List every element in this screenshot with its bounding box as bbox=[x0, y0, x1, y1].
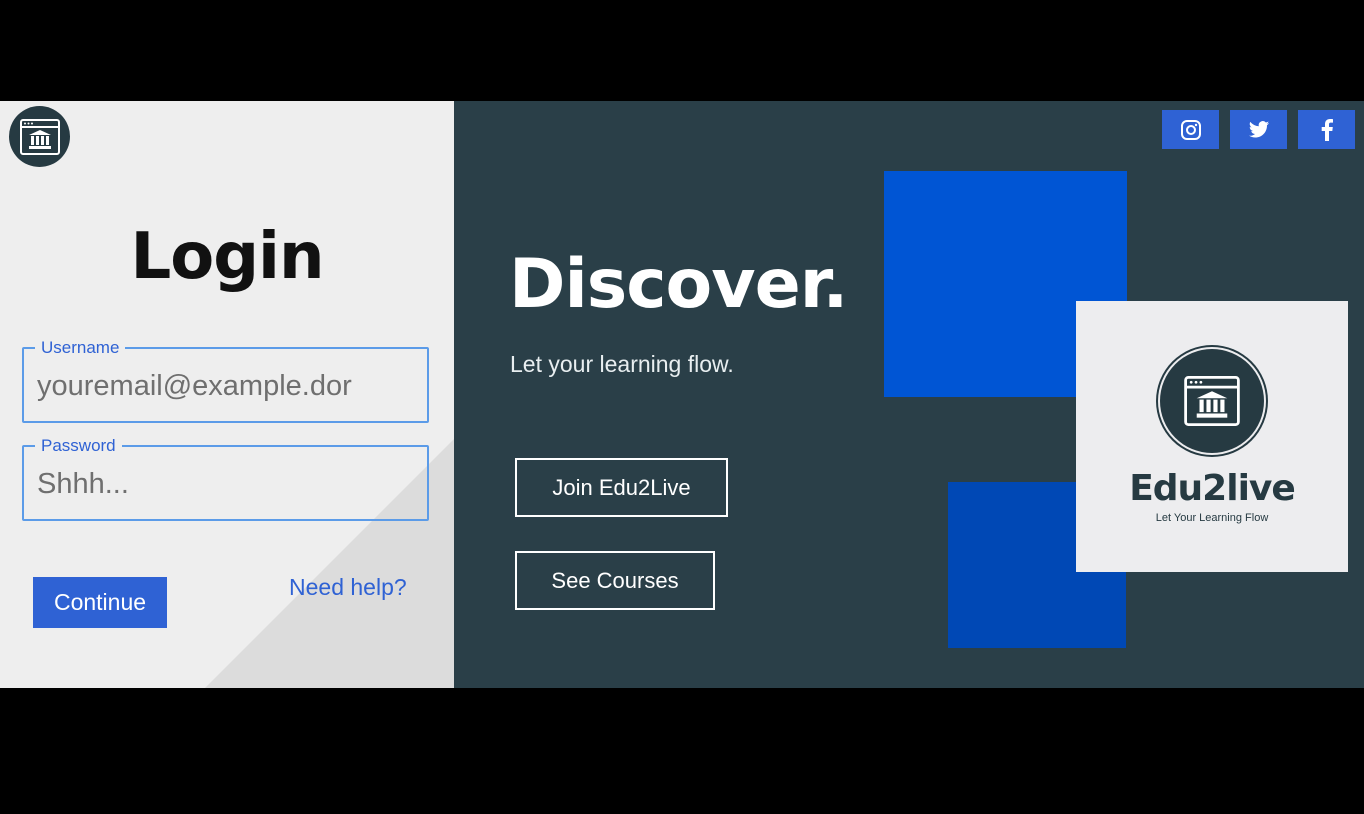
see-courses-button[interactable]: See Courses bbox=[515, 551, 715, 610]
continue-button[interactable]: Continue bbox=[33, 577, 167, 628]
login-panel: Login Username Password Continue Need he… bbox=[0, 101, 454, 688]
login-title: Login bbox=[130, 220, 324, 294]
username-label: Username bbox=[35, 338, 126, 358]
brand-name: Edu2live bbox=[1129, 468, 1296, 509]
password-label: Password bbox=[35, 436, 122, 456]
building-icon bbox=[19, 118, 60, 155]
building-icon bbox=[1184, 376, 1240, 426]
need-help-link[interactable]: Need help? bbox=[289, 574, 407, 601]
twitter-button[interactable] bbox=[1230, 110, 1287, 149]
join-button[interactable]: Join Edu2Live bbox=[515, 458, 728, 517]
brand-card: Edu2live Let Your Learning Flow bbox=[1076, 301, 1348, 572]
social-links bbox=[1162, 110, 1355, 149]
instagram-button[interactable] bbox=[1162, 110, 1219, 149]
facebook-button[interactable] bbox=[1298, 110, 1355, 149]
password-input[interactable] bbox=[35, 463, 425, 505]
facebook-icon bbox=[1321, 118, 1333, 141]
twitter-icon bbox=[1248, 120, 1269, 138]
brand-logo bbox=[1160, 349, 1264, 453]
hero-tagline: Let your learning flow. bbox=[510, 351, 734, 377]
site-logo[interactable] bbox=[9, 106, 70, 167]
username-fieldset: Username bbox=[22, 338, 429, 423]
landing-frame: Login Username Password Continue Need he… bbox=[0, 101, 1364, 688]
username-input[interactable] bbox=[35, 365, 425, 407]
discover-heading: Discover. bbox=[509, 245, 848, 324]
password-fieldset: Password bbox=[22, 436, 429, 521]
discover-panel: Discover. Let your learning flow. Join E… bbox=[454, 101, 1364, 688]
brand-tagline: Let Your Learning Flow bbox=[1155, 512, 1269, 524]
instagram-icon bbox=[1180, 119, 1201, 140]
